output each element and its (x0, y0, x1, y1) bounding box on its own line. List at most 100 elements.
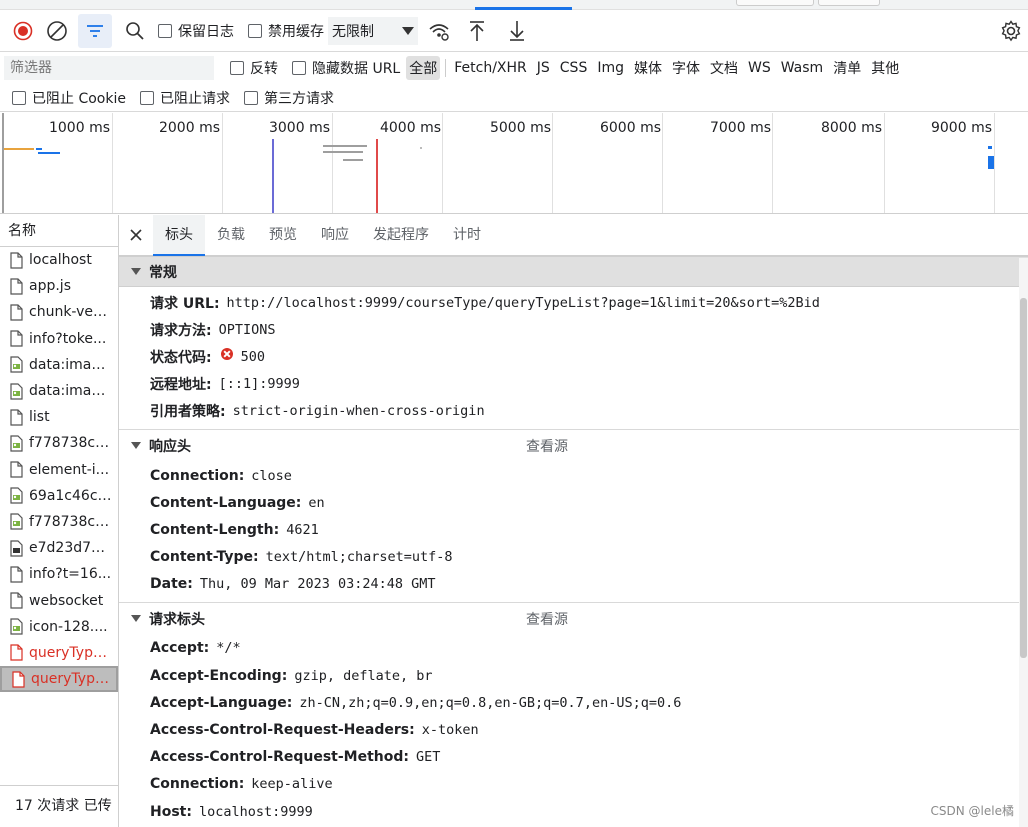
type-filter-font[interactable]: 字体 (669, 56, 703, 80)
request-headers-section-header[interactable]: 请求标头 查看源 (119, 603, 1028, 635)
request-row[interactable]: queryType... (0, 666, 118, 693)
type-filter-css[interactable]: CSS (557, 58, 591, 78)
request-name: list (29, 409, 50, 426)
request-row[interactable]: info?toke... (0, 326, 118, 352)
header-row: Access-Control-Request-Method: GET (119, 744, 1028, 771)
header-key: Accept: (150, 640, 210, 657)
hide-data-urls-checkbox[interactable]: 隐藏数据 URL (292, 58, 400, 78)
request-row[interactable]: 69a1c46c-... (0, 483, 118, 509)
preserve-log-box[interactable] (158, 23, 172, 38)
type-filter-media[interactable]: 媒体 (631, 56, 665, 80)
export-har-button[interactable] (500, 14, 534, 48)
third-party-checkbox[interactable]: 第三方请求 (243, 88, 334, 108)
third-party-box[interactable] (243, 90, 258, 105)
type-filter-other[interactable]: 其他 (868, 56, 902, 80)
tab-preview[interactable]: 预览 (257, 215, 309, 256)
header-key: Connection: (150, 776, 245, 793)
general-row-url: 请求 URL: http://localhost:9999/courseType… (119, 289, 1028, 316)
type-filter-img[interactable]: Img (594, 58, 627, 78)
view-source-button[interactable]: 查看源 (526, 609, 568, 629)
hide-data-urls-box[interactable] (292, 61, 306, 75)
type-filter-all[interactable]: 全部 (406, 56, 441, 80)
type-filter-manifest[interactable]: 清单 (830, 56, 864, 80)
disable-cache-checkbox[interactable]: 禁用缓存 (248, 21, 324, 41)
search-button[interactable] (118, 14, 152, 48)
error-icon (220, 347, 233, 360)
request-row[interactable]: f778738c-... (0, 430, 118, 456)
filter-toggle-button[interactable] (78, 13, 112, 48)
name-column-header[interactable]: 名称 (0, 215, 118, 247)
network-settings-button[interactable] (994, 14, 1028, 48)
request-row[interactable]: data:imag... (0, 352, 118, 378)
throttle-select[interactable]: 无限制 (328, 16, 418, 45)
general-row-remote: 远程地址: [::1]:9999 (119, 371, 1028, 398)
tick-label: 5000 ms (489, 120, 551, 136)
document-icon (12, 670, 25, 688)
record-icon (13, 21, 33, 40)
header-key: Host: (150, 803, 192, 820)
general-row-method: 请求方法: OPTIONS (119, 316, 1028, 343)
close-detail-button[interactable] (119, 215, 153, 256)
tab-response[interactable]: 响应 (309, 215, 361, 256)
request-name: app.js (29, 278, 71, 295)
tab-payload[interactable]: 负载 (205, 215, 257, 256)
clear-button[interactable] (40, 14, 74, 48)
detail-scrollbar[interactable] (1019, 258, 1028, 827)
tab-timing[interactable]: 计时 (441, 215, 493, 256)
request-name: f778738c-... (29, 513, 113, 530)
top-button-b[interactable] (818, 0, 880, 6)
blocked-requests-box[interactable] (139, 90, 154, 105)
preserve-log-checkbox[interactable]: 保留日志 (158, 21, 234, 41)
disable-cache-box[interactable] (248, 23, 262, 38)
type-filter-doc[interactable]: 文档 (707, 56, 741, 80)
invert-box[interactable] (230, 61, 244, 75)
request-row[interactable]: list (0, 404, 118, 430)
document-icon (10, 330, 23, 347)
request-row[interactable]: data:imag... (0, 378, 118, 404)
request-row[interactable]: queryType... (0, 640, 118, 666)
type-filter-fetch-xhr[interactable]: Fetch/XHR (451, 58, 530, 78)
blocked-requests-checkbox[interactable]: 已阻止请求 (139, 88, 230, 108)
network-toolbar: 保留日志 禁用缓存 无限制 (0, 10, 1028, 52)
request-row[interactable]: app.js (0, 273, 118, 299)
request-row[interactable]: localhost (0, 247, 118, 273)
record-button[interactable] (6, 14, 40, 48)
request-row[interactable]: element-i... (0, 457, 118, 483)
tab-headers[interactable]: 标头 (153, 215, 205, 256)
tick-label: 3000 ms (268, 120, 330, 136)
type-filter-wasm[interactable]: Wasm (778, 58, 826, 78)
invert-checkbox[interactable]: 反转 (230, 58, 278, 78)
header-value: */* (216, 640, 241, 657)
request-row[interactable]: info?t=16... (0, 561, 118, 587)
blocked-cookies-label: 已阻止 Cookie (32, 90, 126, 107)
header-key: Content-Type: (150, 549, 259, 566)
type-filter-ws[interactable]: WS (745, 58, 774, 78)
request-name: data:imag... (29, 383, 113, 400)
tab-initiator[interactable]: 发起程序 (361, 215, 441, 256)
view-source-button[interactable]: 查看源 (526, 436, 568, 456)
request-row[interactable]: f778738c-... (0, 509, 118, 535)
top-button-a[interactable] (736, 0, 814, 6)
top-tab-strip (0, 0, 1028, 10)
request-rows: localhost app.js chunk-ven... info?toke... d… (0, 247, 118, 693)
response-headers-section-header[interactable]: 响应头 查看源 (119, 430, 1028, 462)
network-overview[interactable]: 1000 ms 2000 ms 3000 ms 4000 ms 5000 ms … (0, 113, 1028, 214)
blocked-cookies-checkbox[interactable]: 已阻止 Cookie (12, 88, 126, 108)
type-filter-js[interactable]: JS (534, 58, 553, 78)
filter-input[interactable] (4, 56, 214, 80)
request-row[interactable]: e7d23d71... (0, 535, 118, 561)
blocked-cookies-box[interactable] (12, 90, 26, 105)
network-conditions-button[interactable] (422, 14, 456, 48)
request-row[interactable]: websocket (0, 587, 118, 613)
header-key: Access-Control-Request-Method: (150, 749, 410, 766)
request-name: data:imag... (29, 356, 113, 373)
clear-icon (47, 20, 67, 41)
general-section-header[interactable]: 常规 (119, 256, 1028, 287)
request-row[interactable]: chunk-ven... (0, 299, 118, 325)
import-har-button[interactable] (460, 14, 494, 48)
scrollbar-thumb[interactable] (1020, 298, 1027, 658)
request-row[interactable]: icon-128.... (0, 614, 118, 640)
header-row: Accept-Language: zh-CN,zh;q=0.9,en;q=0.8,… (119, 689, 1028, 716)
request-name: localhost (29, 252, 92, 269)
document-icon (10, 251, 23, 269)
